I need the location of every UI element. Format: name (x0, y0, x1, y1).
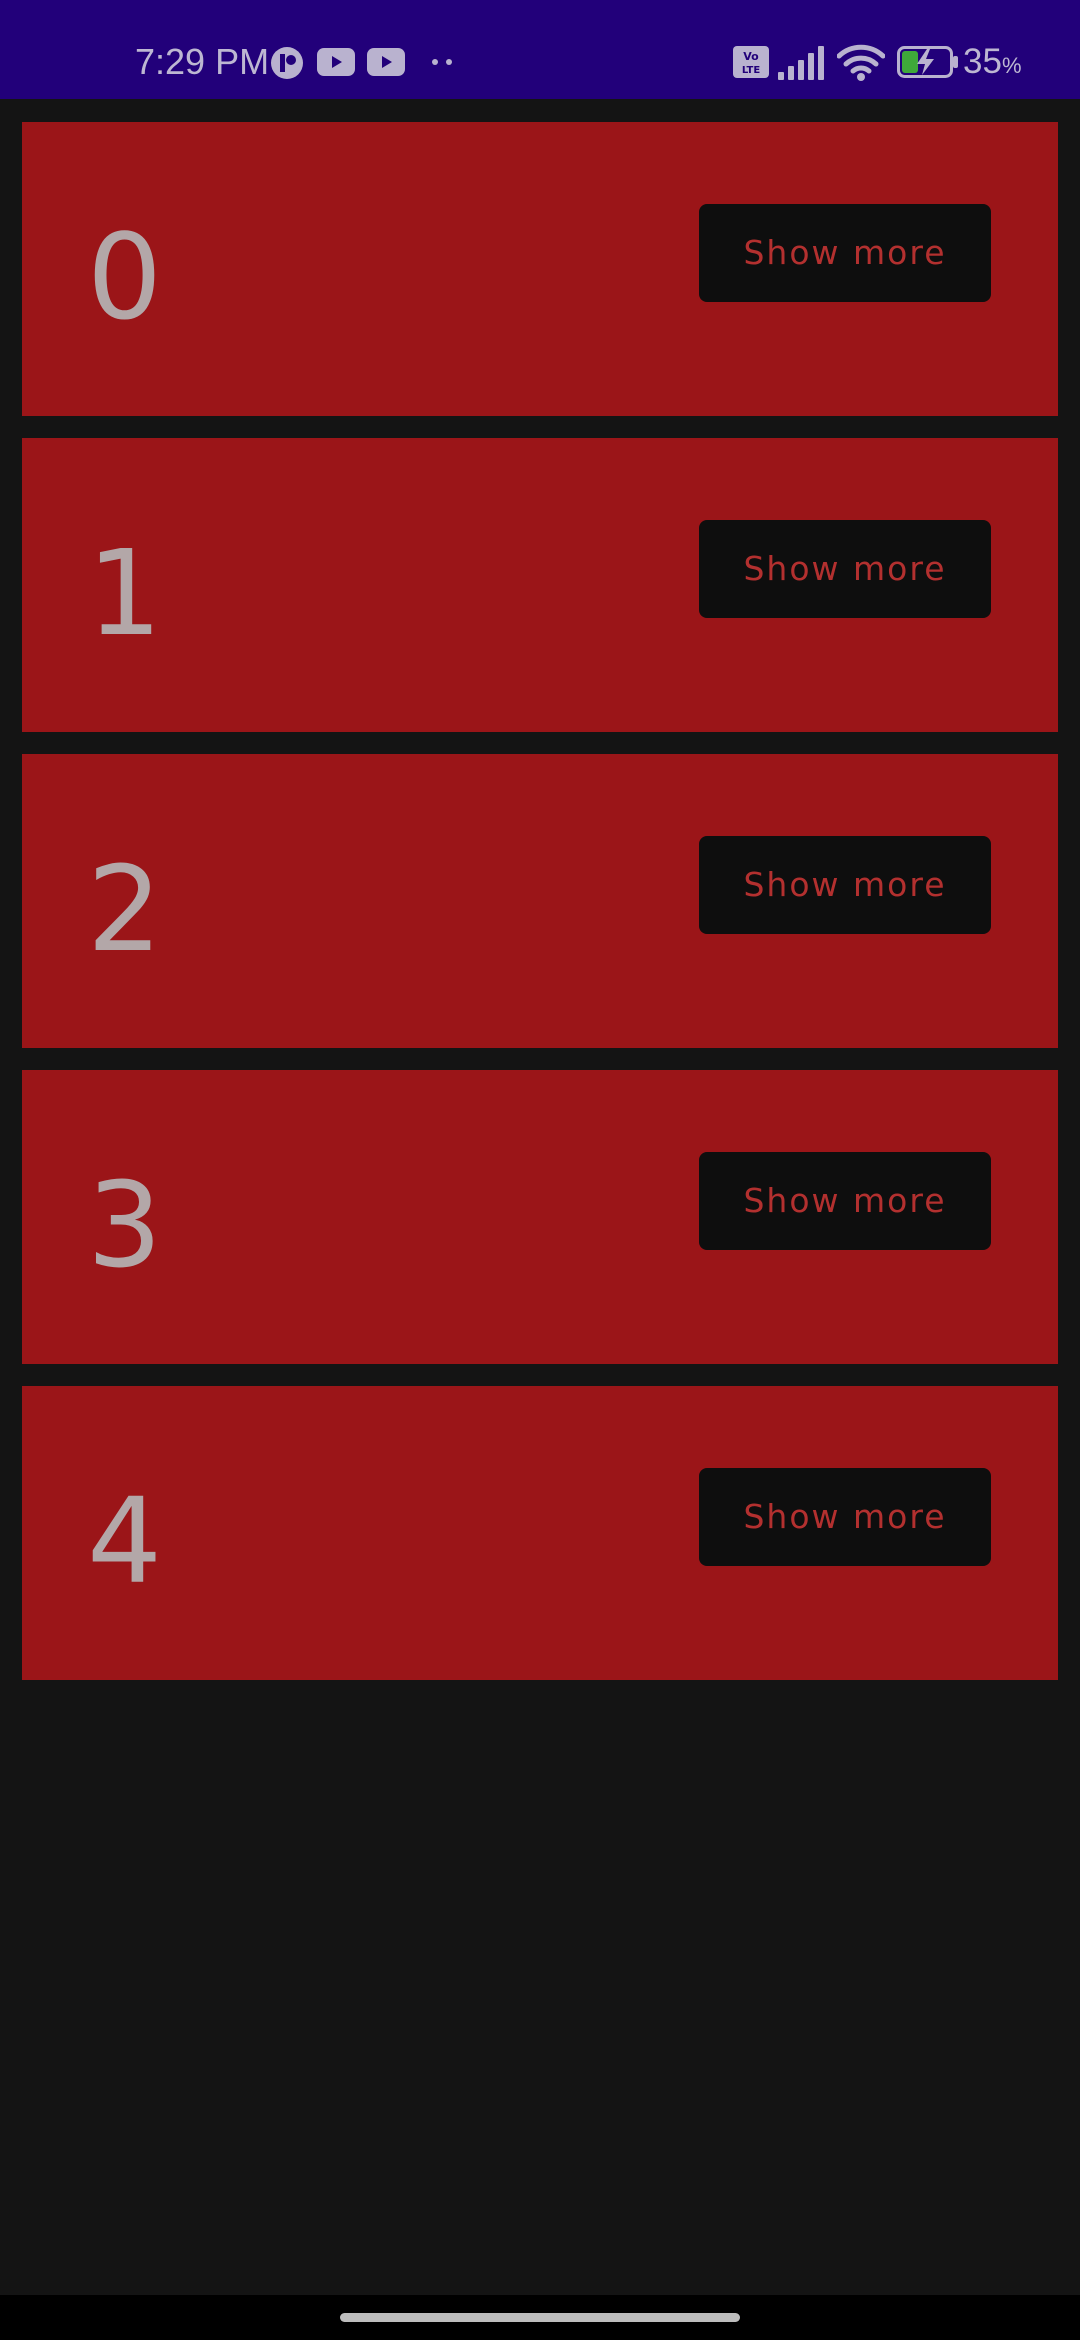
svg-text:LTE: LTE (742, 65, 761, 76)
battery-charging-icon (897, 46, 958, 78)
youtube-icon (317, 48, 355, 76)
list-item: 1 Show more (22, 438, 1058, 732)
status-time: 7:29 PM (135, 41, 270, 82)
item-number: 4 (87, 1472, 163, 1610)
show-more-button[interactable]: Show more (699, 1468, 991, 1566)
battery-percentage: 35% (963, 40, 1022, 88)
svg-text:Vo: Vo (743, 50, 759, 63)
item-number: 1 (87, 524, 163, 662)
list-item: 4 Show more (22, 1386, 1058, 1680)
volte-icon: Vo LTE (733, 46, 769, 78)
show-more-button[interactable]: Show more (699, 836, 991, 934)
show-more-button[interactable]: Show more (699, 1152, 991, 1250)
notification-app-icon (271, 47, 303, 79)
youtube-icon (367, 48, 405, 76)
item-number: 3 (87, 1156, 163, 1294)
battery-percentage-value: 35 (963, 42, 1002, 81)
list-item: 2 Show more (22, 754, 1058, 1048)
battery-percentage-sign: % (1001, 53, 1022, 78)
show-more-button[interactable]: Show more (699, 520, 991, 618)
item-number: 2 (87, 840, 163, 978)
status-bar: 7:29 PM Vo LTE 35% (0, 0, 1080, 99)
list-item: 3 Show more (22, 1070, 1058, 1364)
home-gesture-handle[interactable] (340, 2313, 740, 2322)
wifi-icon (837, 44, 885, 81)
signal-icon (778, 46, 824, 80)
more-notifications-dots-icon (432, 59, 452, 65)
list-item: 0 Show more (22, 122, 1058, 416)
item-number: 0 (87, 208, 163, 346)
show-more-button[interactable]: Show more (699, 204, 991, 302)
